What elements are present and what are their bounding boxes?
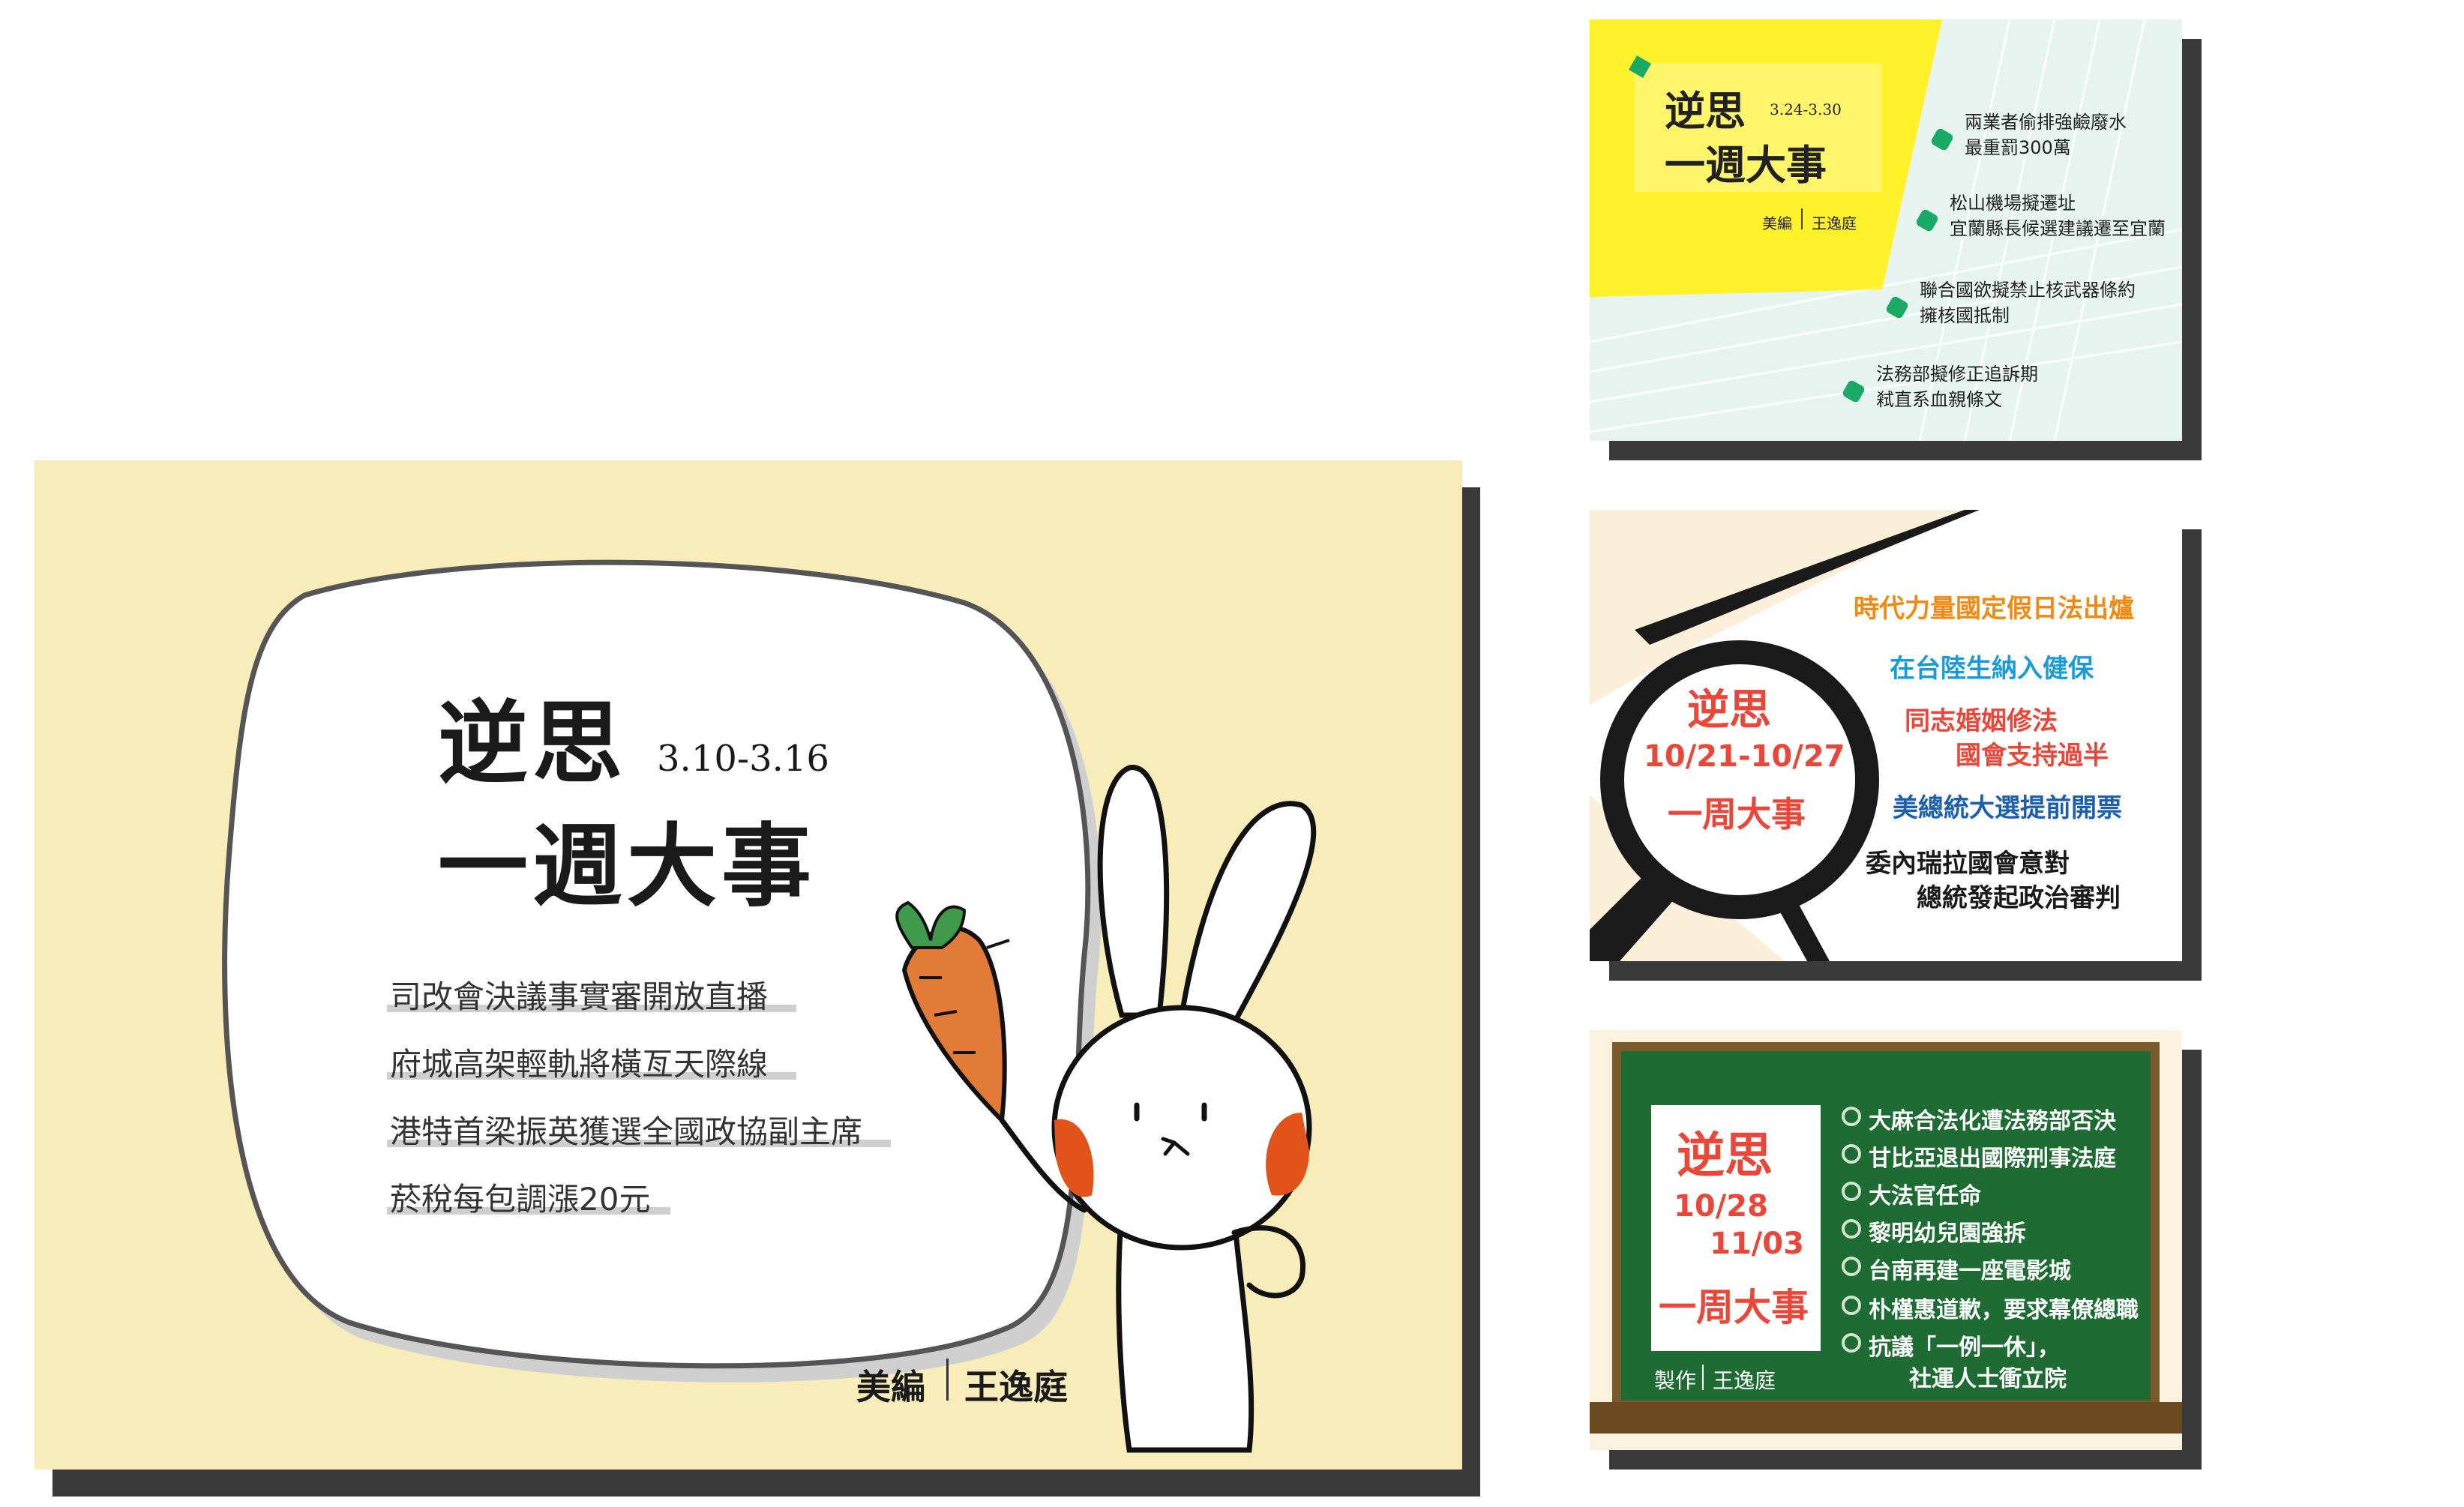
card4-credit-separator	[1702, 1365, 1704, 1390]
card2-title-line2: 一週大事	[1665, 141, 1827, 189]
card4-item-2: 甘比亞退出國際刑事法庭	[1869, 1146, 2116, 1172]
main-title-line1: 逆思	[438, 691, 627, 796]
main-card-illustration	[222, 559, 1317, 1453]
news-item-3: 港特首梁振英獲選全國政協副主席	[390, 1113, 863, 1150]
news-item-4: 菸稅每包調漲20元	[390, 1181, 651, 1218]
credit-separator	[946, 1359, 949, 1401]
card3-item-4: 美總統大選提前開票	[1893, 793, 2122, 823]
chalk-circle-icon	[1842, 1144, 1861, 1164]
card2-item-2: 松山機場擬遷址 宜蘭縣長候選建議遷至宜蘭	[1950, 193, 2166, 239]
main-title-line2: 一週大事	[438, 813, 816, 919]
card4-item-4: 黎明幼兒園強拆	[1869, 1221, 2026, 1247]
card4-credit-role: 製作	[1654, 1368, 1697, 1393]
card2-credit-role: 美編	[1762, 214, 1792, 232]
chalkboard-ledge	[1590, 1402, 2182, 1434]
weekly-card-4: 逆思 10/28 11/03 一周大事 製作 王逸庭 大麻合法化遭法務部否決 甘…	[1590, 1030, 2182, 1450]
card3-item-5b: 總統發起政治審判	[1917, 883, 2121, 913]
chalk-circle-icon	[1842, 1333, 1861, 1353]
weekly-card-3: 逆思 10/21-10/27 一周大事 時代力量國定假日法出爐 在台陸生納入健保…	[1590, 510, 2182, 961]
card3-title-line1: 逆思	[1687, 686, 1771, 735]
card4-item-7b: 社運人士衝立院	[1909, 1366, 2067, 1392]
card4-date-line1: 10/28	[1674, 1189, 1768, 1224]
card4-item-6: 朴槿惠道歉，要求幕僚總職	[1869, 1297, 2139, 1323]
chalk-circle-icon	[1842, 1182, 1861, 1201]
card3-item-3b: 國會支持過半	[1956, 741, 2109, 771]
card4-title-line1: 逆思	[1677, 1128, 1773, 1184]
card3-date: 10/21-10/27	[1644, 739, 1845, 774]
credit-role: 美編	[856, 1367, 925, 1407]
card2-item-3: 聯合國欲擬禁止核武器條約 擁核國抵制	[1920, 280, 2136, 326]
card3-item-1: 時代力量國定假日法出爐	[1854, 594, 2134, 624]
card4-date-line2: 11/03	[1710, 1227, 1804, 1261]
card3-item-5: 委內瑞拉國會意對	[1866, 849, 2070, 879]
card3-item-3: 同志婚姻修法	[1905, 706, 2058, 736]
news-item-2: 府城高架輕軌將橫亙天際線	[390, 1046, 769, 1083]
card4-credit-name: 王逸庭	[1713, 1368, 1776, 1393]
card2-item-4: 法務部擬修正追訴期 弒直系血親條文	[1876, 364, 2038, 410]
card2-item-1: 兩業者偷排強鹼廢水 最重罰300萬	[1965, 112, 2127, 158]
chalk-circle-icon	[1842, 1257, 1861, 1276]
credit-name: 王逸庭	[964, 1367, 1068, 1407]
chalk-circle-icon	[1842, 1107, 1861, 1126]
main-date: 3.10-3.16	[657, 738, 829, 780]
weekly-card-2: 逆思 3.24-3.30 一週大事 美編 王逸庭 兩業者偷排強鹼廢水 最重罰300…	[1590, 19, 2182, 441]
chalk-circle-icon	[1842, 1219, 1861, 1239]
card2-credit-name: 王逸庭	[1812, 214, 1857, 232]
card2-date: 3.24-3.30	[1770, 100, 1842, 118]
chalk-circle-icon	[1842, 1296, 1861, 1315]
card2-title-line1: 逆思	[1665, 87, 1746, 135]
news-item-1: 司改會決議事實審開放直播	[390, 978, 769, 1015]
card4-item-5: 台南再建一座電影城	[1869, 1258, 2071, 1284]
card4-item-7: 抗議「一例一休」，	[1869, 1335, 2060, 1361]
card4-item-3: 大法官任命	[1869, 1183, 1981, 1209]
main-weekly-card: 逆思 3.10-3.16 一週大事 司改會決議事實審開放直播 府城高架輕軌將橫亙…	[34, 460, 1462, 1470]
card2-credit-separator	[1801, 208, 1803, 229]
card4-item-1: 大麻合法化遭法務部否決	[1869, 1108, 2116, 1134]
card3-item-2: 在台陸生納入健保	[1890, 654, 2094, 684]
card4-title-line2: 一周大事	[1659, 1286, 1809, 1329]
card3-title-line2: 一周大事	[1668, 794, 1806, 834]
